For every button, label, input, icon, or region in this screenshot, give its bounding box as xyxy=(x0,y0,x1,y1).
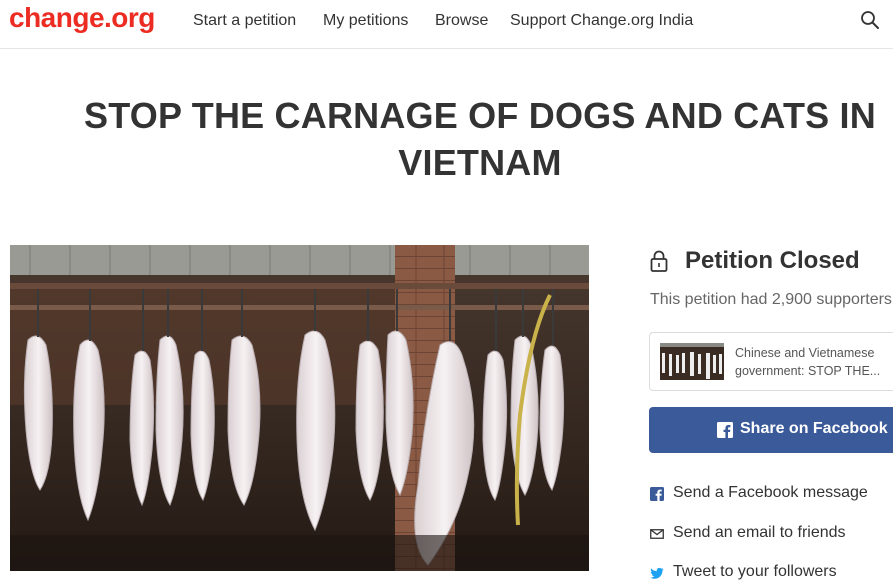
preview-card-line-1: Chinese and Vietnamese xyxy=(735,346,875,360)
share-on-facebook-label: Share on Facebook xyxy=(740,420,888,437)
supporter-count-text: This petition had 2,900 supporters xyxy=(650,291,892,308)
petition-title: STOP THE CARNAGE OF DOGS AND CATS IN VIE… xyxy=(84,95,876,183)
facebook-icon xyxy=(717,422,733,438)
nav-support-change-org-india[interactable]: Support Change.org India xyxy=(510,12,693,30)
nav-start-petition[interactable]: Start a petition xyxy=(193,12,296,30)
send-email-label: Send an email to friends xyxy=(673,524,846,541)
top-navigation-bar: change.org Start a petition My petitions… xyxy=(0,0,893,49)
lock-icon xyxy=(650,250,668,272)
preview-card-text: Chinese and Vietnamese government: STOP … xyxy=(735,344,893,380)
search-icon[interactable] xyxy=(860,10,880,30)
nav-browse[interactable]: Browse xyxy=(435,12,488,30)
petition-thumbnail xyxy=(660,343,724,380)
tweet-label: Tweet to your followers xyxy=(673,563,837,580)
twitter-bird-icon xyxy=(650,567,664,579)
petition-photo xyxy=(10,245,589,571)
petition-page: change.org Start a petition My petitions… xyxy=(0,0,893,585)
nav-my-petitions[interactable]: My petitions xyxy=(323,12,408,30)
petition-status-heading: Petition Closed xyxy=(685,247,860,274)
facebook-icon xyxy=(650,487,664,501)
petition-preview-card[interactable]: Chinese and Vietnamese government: STOP … xyxy=(649,332,893,391)
change-org-logo[interactable]: change.org xyxy=(9,2,155,34)
share-on-facebook-button[interactable]: Share on Facebook xyxy=(649,407,893,453)
envelope-icon xyxy=(650,529,664,539)
preview-card-line-2: government: STOP THE... xyxy=(735,364,881,378)
send-facebook-message-label: Send a Facebook message xyxy=(673,484,868,501)
